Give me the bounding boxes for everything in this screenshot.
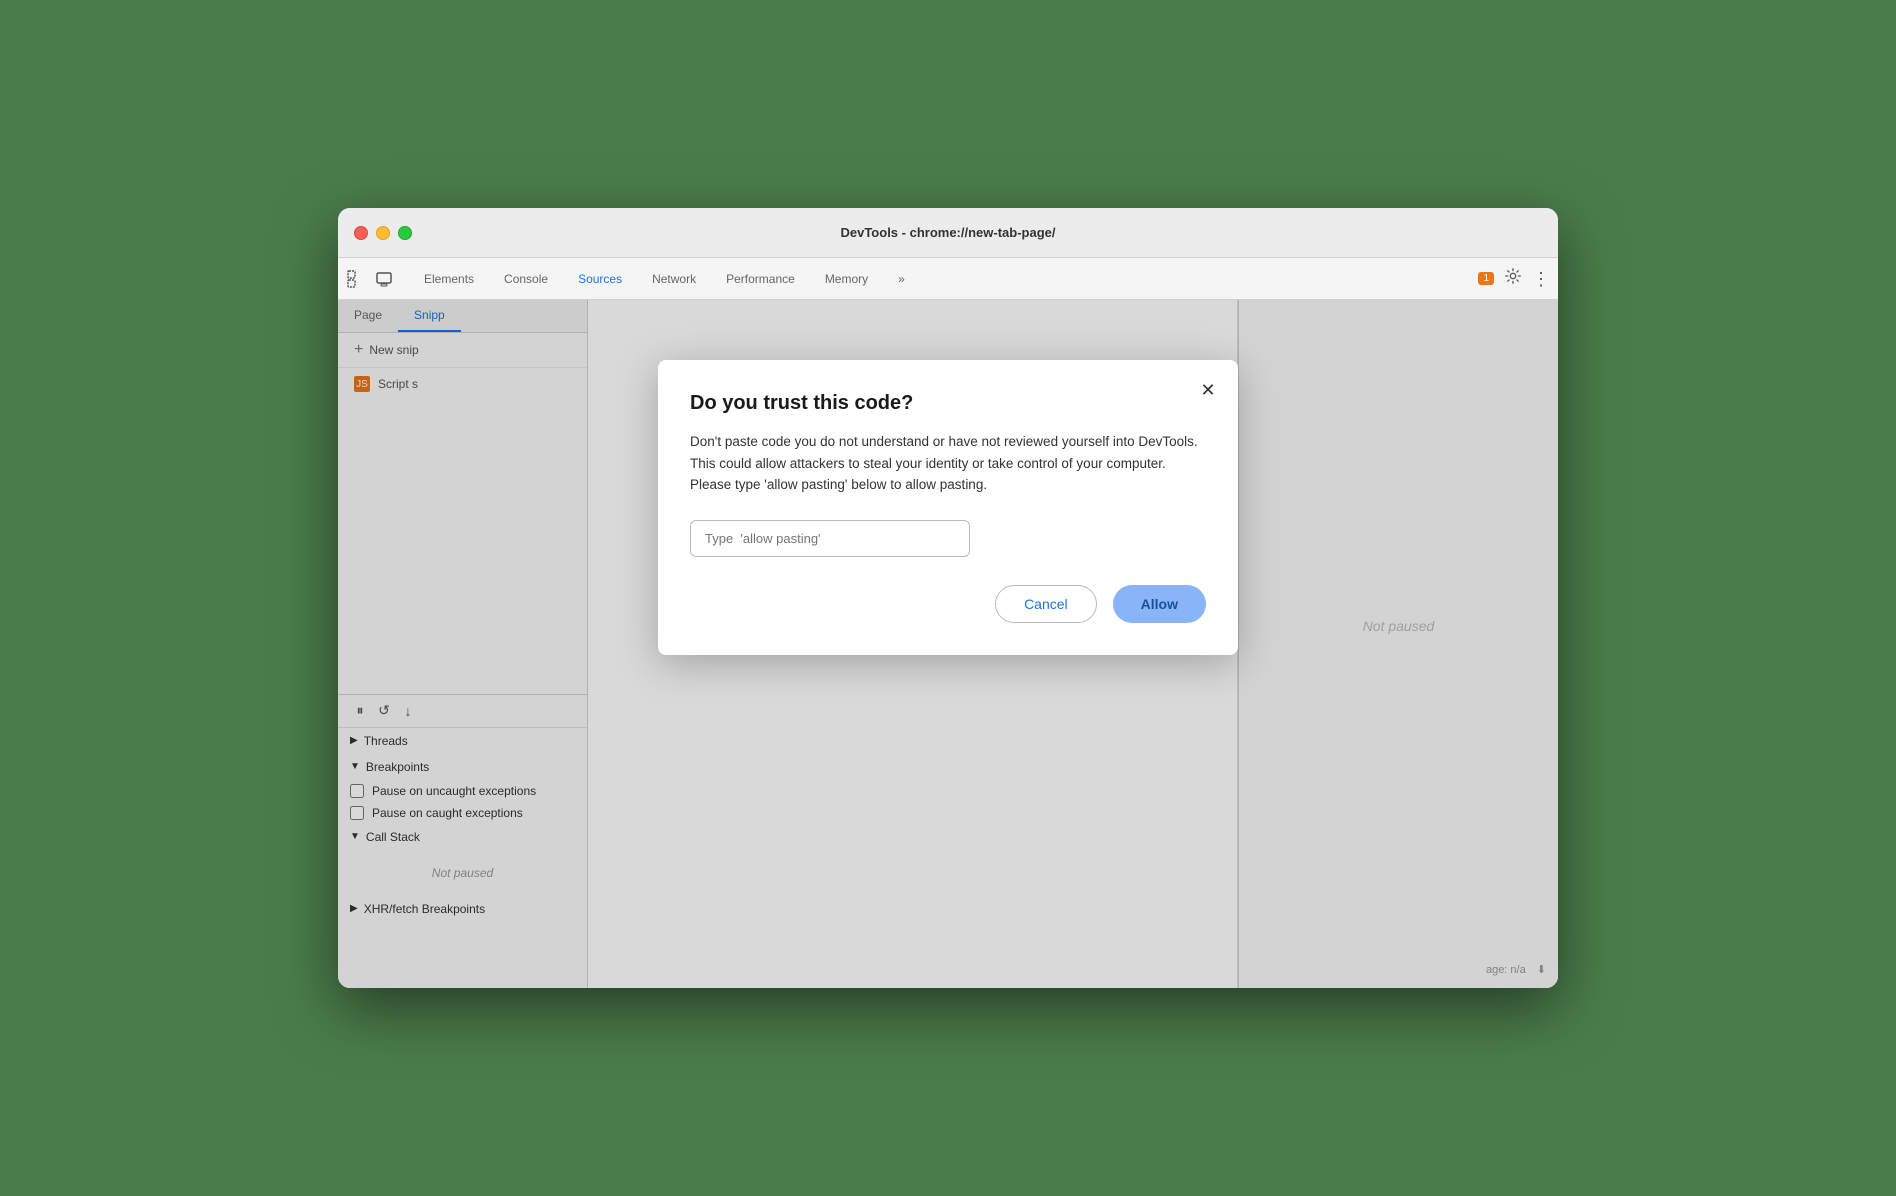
modal-title: Do you trust this code? (690, 392, 1206, 415)
devtools-body: Page Snipp + New snip JS Script s (338, 300, 1558, 988)
allow-pasting-input[interactable] (690, 520, 970, 557)
devtools-window: DevTools - chrome://new-tab-page/ Elemen… (338, 208, 1558, 988)
inspect-icon[interactable] (346, 269, 366, 289)
minimize-button[interactable] (376, 226, 390, 240)
trust-code-modal: ✕ Do you trust this code? Don't paste co… (658, 360, 1238, 655)
allow-button[interactable]: Allow (1113, 585, 1206, 623)
modal-overlay: ✕ Do you trust this code? Don't paste co… (338, 300, 1558, 988)
notification-badge: 1 (1478, 272, 1494, 285)
more-options-icon[interactable]: ⋮ (1532, 270, 1550, 288)
devtools-header: Elements Console Sources Network Perform… (338, 258, 1558, 300)
modal-actions: Cancel Allow (690, 585, 1206, 623)
devtools-tabs: Elements Console Sources Network Perform… (410, 266, 1478, 292)
tab-performance[interactable]: Performance (712, 266, 809, 292)
cancel-button[interactable]: Cancel (995, 585, 1097, 623)
modal-body: Don't paste code you do not understand o… (690, 431, 1206, 496)
fullscreen-button[interactable] (398, 226, 412, 240)
tab-memory[interactable]: Memory (811, 266, 882, 292)
traffic-lights (354, 226, 412, 240)
modal-close-button[interactable]: ✕ (1194, 376, 1222, 404)
devtools-icons (346, 269, 394, 289)
settings-icon[interactable] (1504, 267, 1522, 290)
titlebar: DevTools - chrome://new-tab-page/ (338, 208, 1558, 258)
tab-network[interactable]: Network (638, 266, 710, 292)
close-button[interactable] (354, 226, 368, 240)
tab-sources[interactable]: Sources (564, 266, 636, 292)
tab-more[interactable]: » (884, 266, 919, 292)
tab-elements[interactable]: Elements (410, 266, 488, 292)
titlebar-text: DevTools - chrome://new-tab-page/ (840, 225, 1055, 240)
devtools-right: 1 ⋮ (1478, 267, 1550, 290)
device-icon[interactable] (374, 269, 394, 289)
tab-console[interactable]: Console (490, 266, 562, 292)
